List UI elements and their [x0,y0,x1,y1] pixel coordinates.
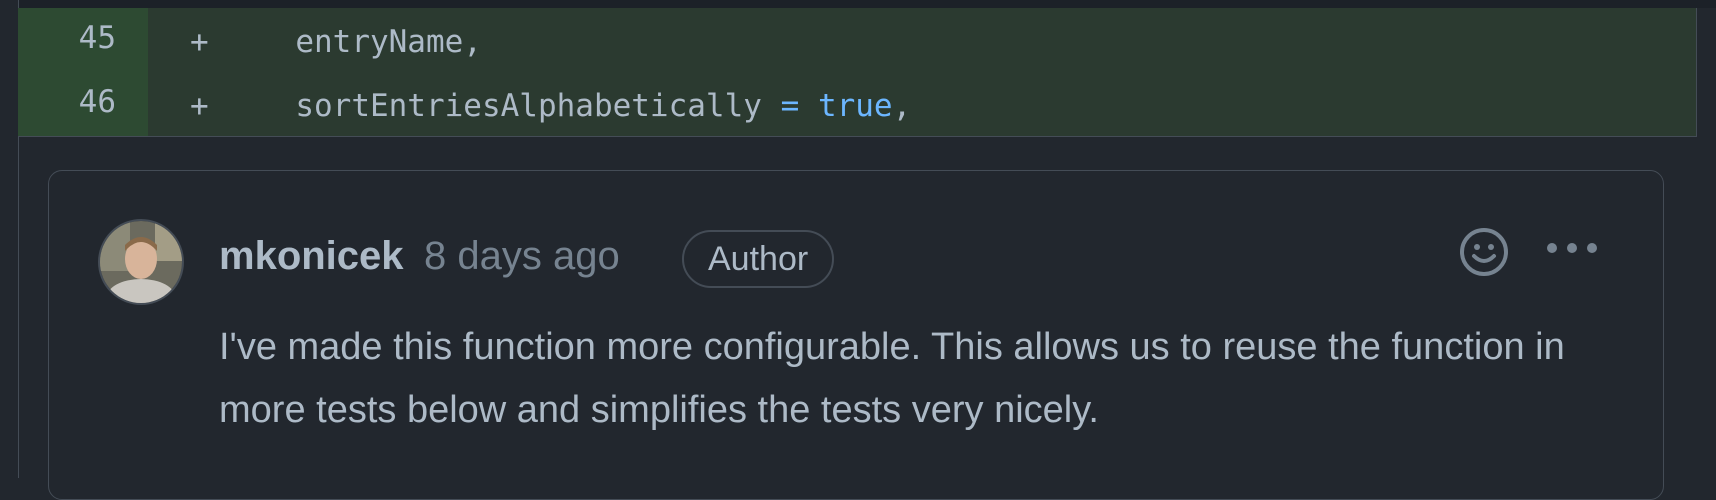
left-rail [0,0,19,478]
smiley-icon[interactable] [1458,226,1510,278]
comment-timestamp[interactable]: 8 days ago [424,234,620,279]
kebab-horizontal-icon[interactable] [1544,236,1600,260]
code-text: entryName, [258,24,482,60]
code-line: + entryName, [148,8,1696,72]
comment-author[interactable]: mkonicek [219,234,404,279]
code-text: sortEntriesAlphabetically [258,88,781,124]
diff-line[interactable]: 45 + entryName, [18,8,1696,72]
diff-line[interactable]: 46 + sortEntriesAlphabetically = true, [18,72,1696,136]
line-number[interactable]: 45 [18,8,148,72]
code-suffix: , [892,88,912,124]
line-number[interactable]: 46 [18,72,148,136]
user-avatar[interactable] [98,219,184,305]
code-line: + sortEntriesAlphabetically = true, [148,72,1696,136]
avatar-image [100,221,182,303]
comment-body: I've made this function more configurabl… [219,326,1565,431]
diff-hunk: 45 + entryName, 46 + sortEntriesAlphabet… [18,8,1697,137]
code-operator: = [780,88,800,124]
top-strip [0,0,1716,8]
added-marker: + [190,24,209,60]
code-keyword: true [817,88,893,124]
added-marker: + [190,88,209,124]
author-badge: Author [682,230,835,288]
